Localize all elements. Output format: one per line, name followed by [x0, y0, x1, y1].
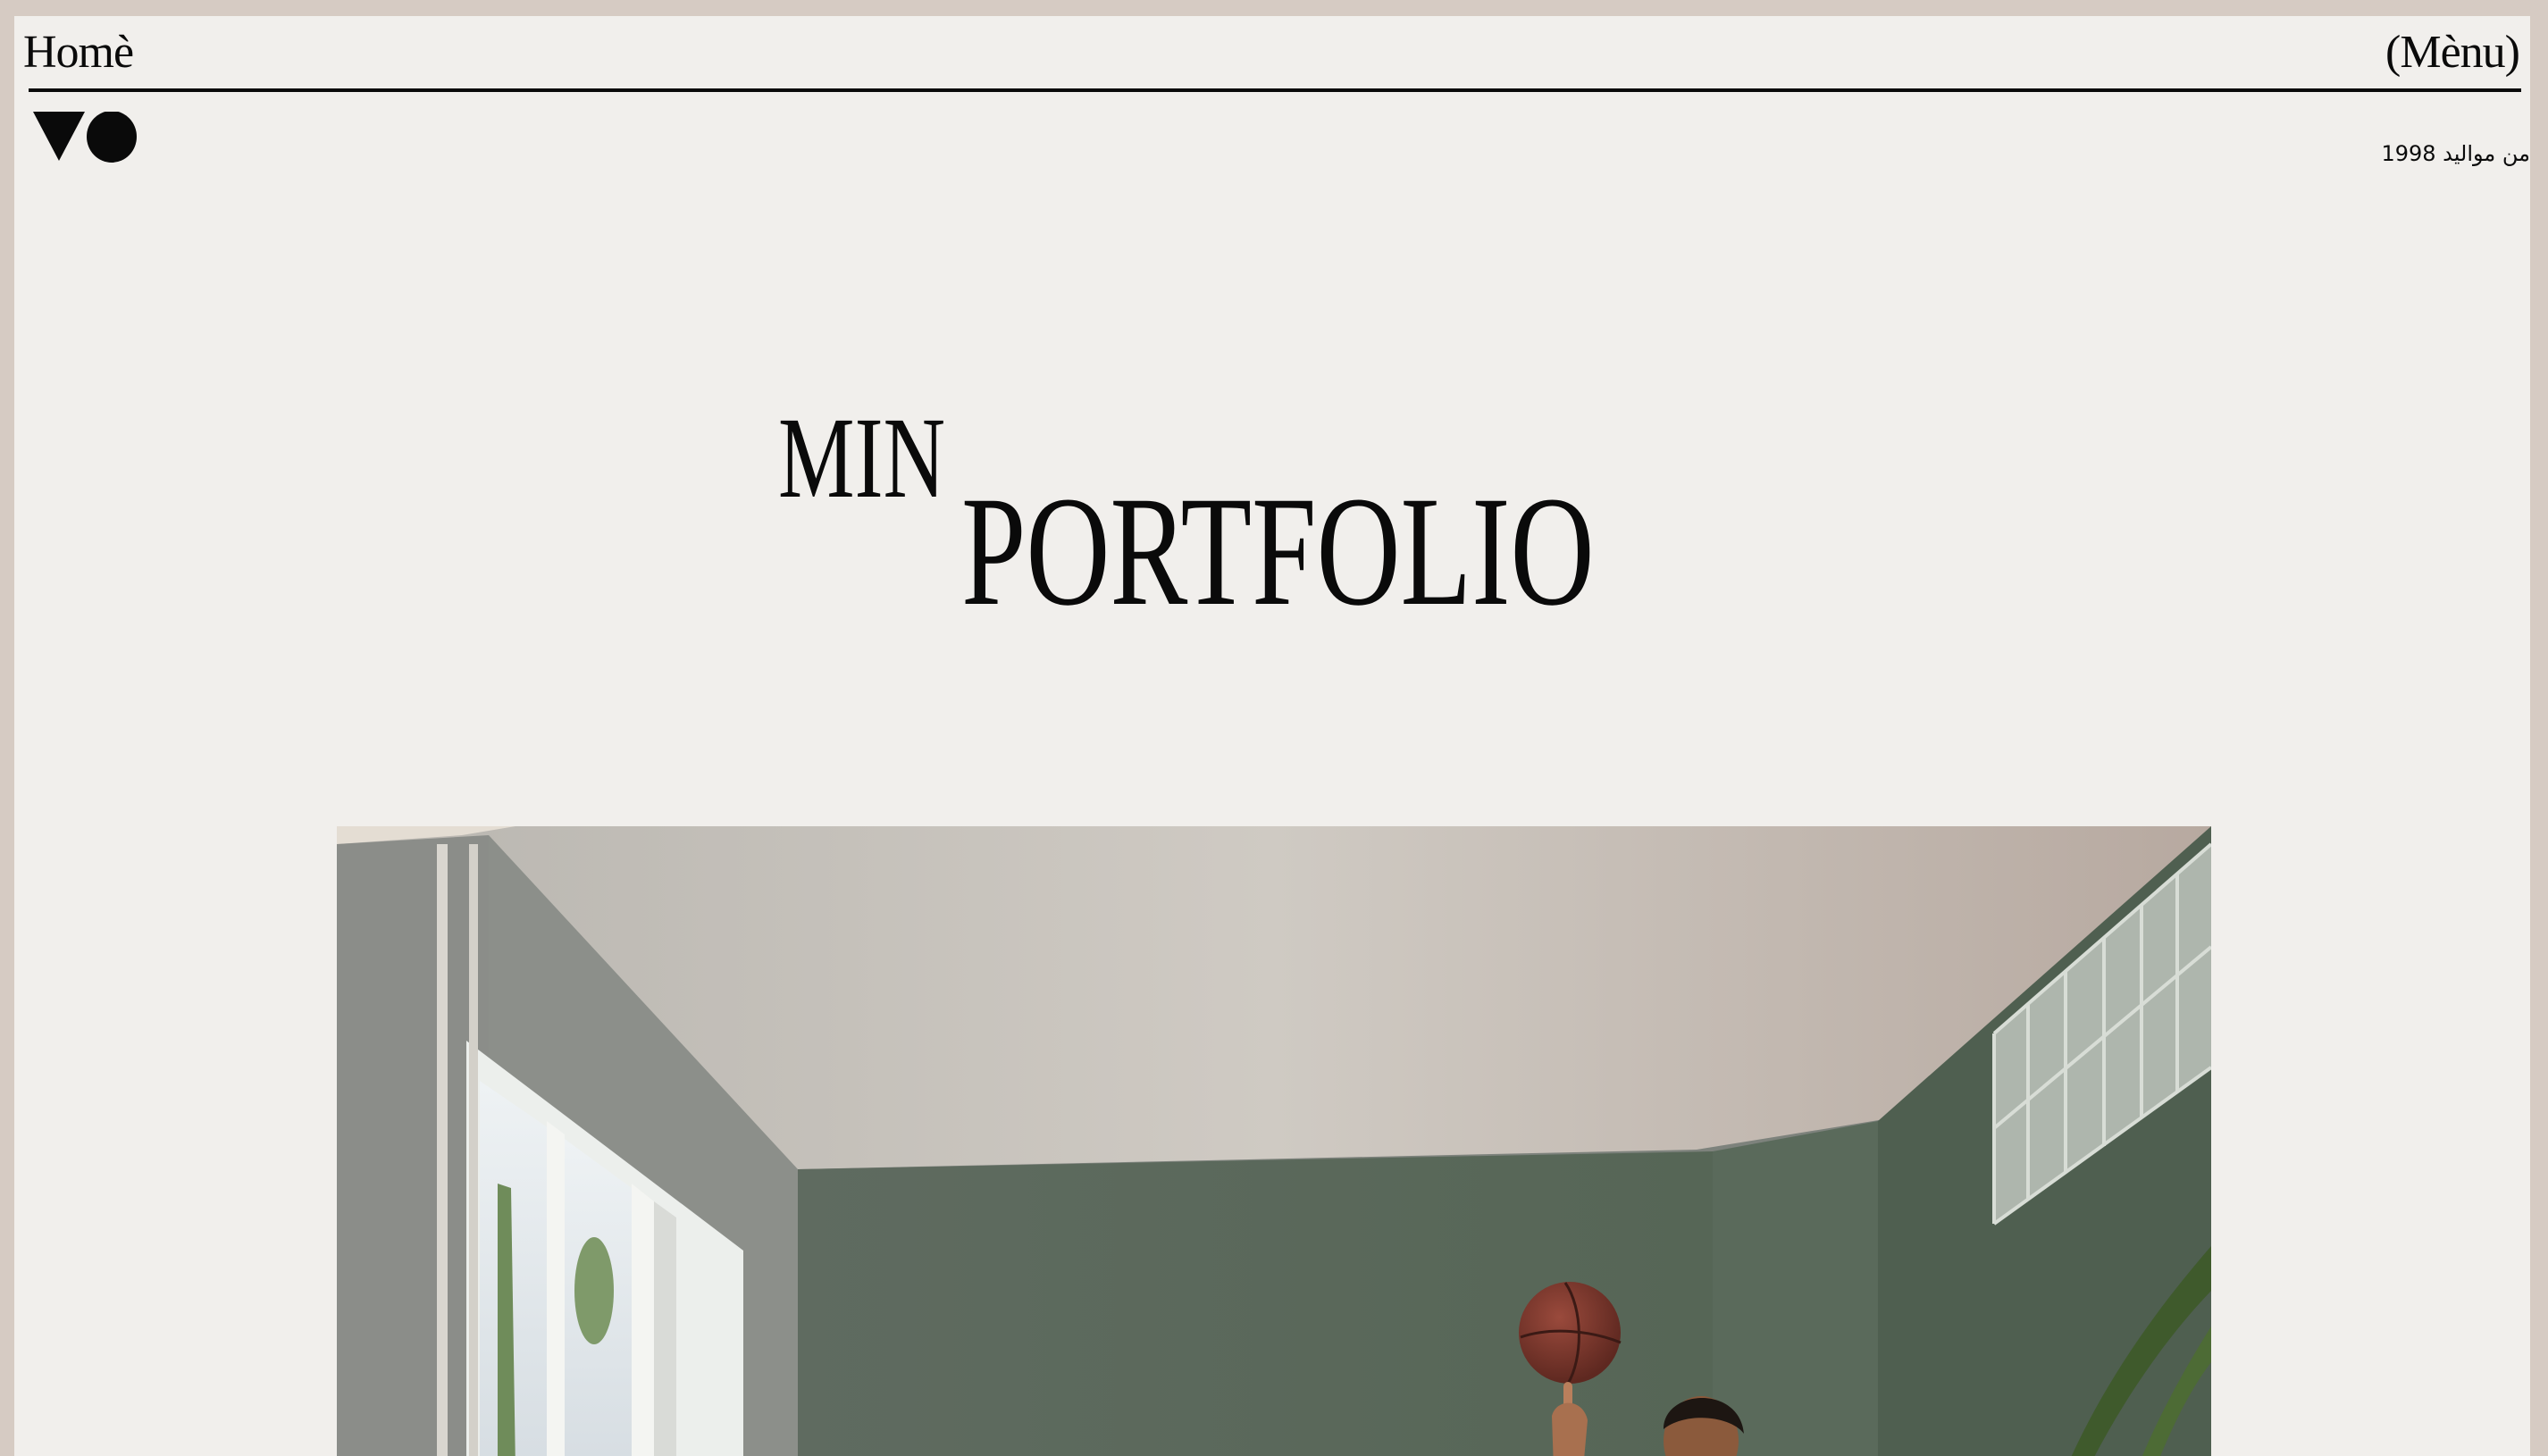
person-spinning-basketball-photo: [337, 826, 2211, 1456]
home-link[interactable]: Homè: [23, 25, 134, 80]
hero-title-min: MIN: [778, 394, 946, 523]
header-divider: [29, 88, 2521, 92]
triangle-circle-logo-icon[interactable]: [33, 111, 137, 167]
hero-title-portfolio: PORTFOLIO: [961, 464, 1595, 639]
page: Homè (Mènu) من مواليد 1998 MIN PORTFOLIO: [14, 16, 2530, 1456]
birth-year-tagline: من مواليد 1998: [2381, 141, 2530, 166]
menu-button[interactable]: (Mènu): [2385, 25, 2520, 80]
